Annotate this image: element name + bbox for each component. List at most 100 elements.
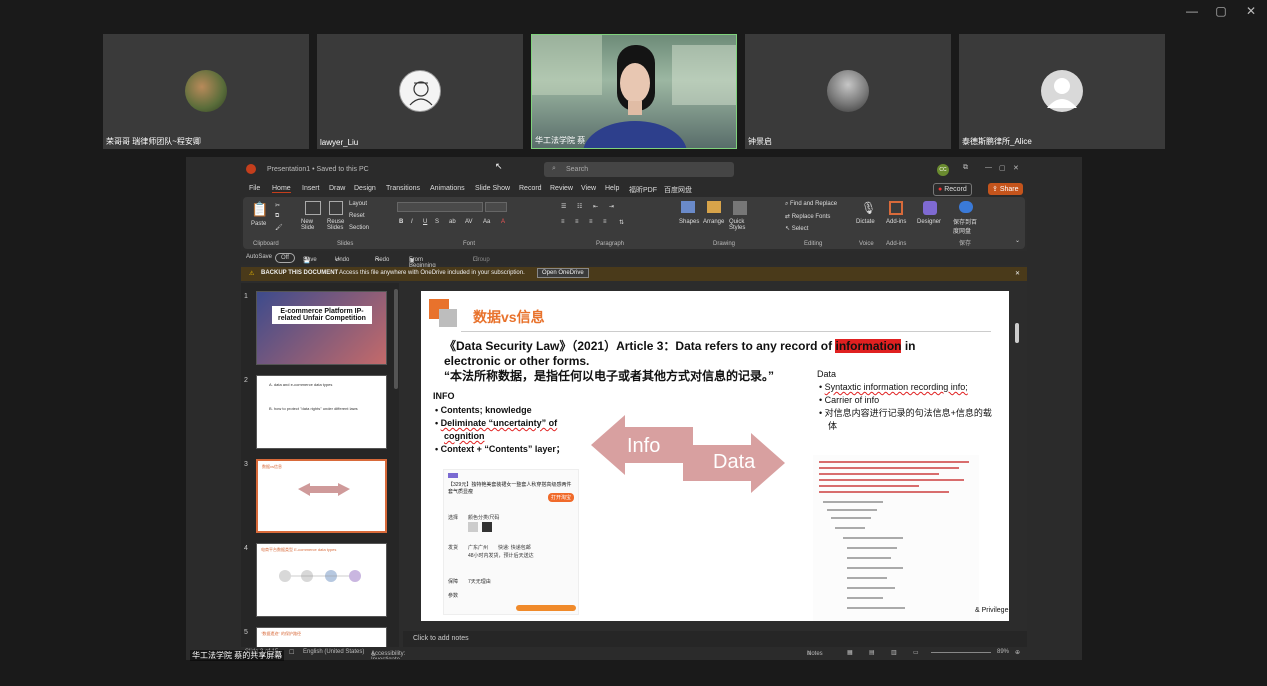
autosave-toggle[interactable]: Off (275, 253, 295, 263)
menu-draw[interactable]: Draw (329, 185, 345, 192)
addins-icon[interactable] (889, 201, 903, 215)
decrease-indent-icon[interactable]: ⇤ (593, 203, 598, 210)
close-notice-icon[interactable]: ✕ (1015, 270, 1020, 277)
language-status[interactable]: English (United States) (303, 649, 364, 655)
zoom-level[interactable]: 89% (997, 649, 1009, 655)
notes-pane[interactable]: Click to add notes (403, 631, 1027, 647)
justify-icon[interactable]: ≡ (603, 219, 607, 225)
cut-icon[interactable]: ✂ (275, 202, 280, 209)
close-icon[interactable]: ✕ (1013, 164, 1019, 172)
normal-view-icon[interactable]: ▦ (847, 649, 853, 656)
user-avatar[interactable]: CC (937, 164, 949, 176)
numbering-icon[interactable]: ☷ (577, 203, 582, 210)
designer-button[interactable]: Designer (917, 219, 941, 225)
font-name-select[interactable] (397, 202, 483, 212)
strikethrough-icon[interactable]: S (435, 219, 439, 225)
search-box[interactable]: ⌕ Search (544, 162, 734, 177)
microphone-icon[interactable]: 🎙 (861, 201, 876, 215)
arrange-button[interactable]: Arrange (703, 219, 724, 225)
baidu-save-button[interactable]: 保存到百度网盘 (953, 217, 979, 235)
thumbnail-slide-2[interactable]: A. data and e-commerce data types B. how… (256, 375, 387, 449)
text-direction-icon[interactable]: ⇅ (619, 219, 624, 226)
collapse-ribbon-icon[interactable]: ⌄ (1015, 237, 1020, 244)
designer-icon[interactable] (923, 201, 937, 215)
replace-fonts-button[interactable]: ⇄ Replace Fonts (785, 213, 830, 220)
bold-icon[interactable]: B (399, 219, 403, 225)
slide-sorter-icon[interactable]: ▤ (869, 649, 875, 656)
quick-styles-icon[interactable] (733, 201, 747, 215)
increase-indent-icon[interactable]: ⇥ (609, 203, 614, 210)
menu-design[interactable]: Design (354, 185, 376, 192)
bullets-icon[interactable]: ☰ (561, 203, 566, 210)
minimize-icon[interactable]: — (985, 164, 992, 171)
menu-view[interactable]: View (581, 185, 596, 192)
maximize-icon[interactable]: ▢ (999, 164, 1006, 172)
baidu-cloud-icon[interactable] (959, 201, 973, 213)
fit-to-window-icon[interactable]: ⊕ (1015, 649, 1020, 656)
italic-icon[interactable]: I (411, 219, 413, 225)
align-left-icon[interactable]: ≡ (561, 219, 565, 225)
new-slide-icon[interactable] (305, 201, 321, 215)
find-replace-button[interactable]: ⌕ Find and Replace (785, 201, 837, 208)
layout-button[interactable]: Layout (349, 201, 367, 207)
menu-help[interactable]: Help (605, 185, 619, 192)
zoom-slider[interactable] (931, 652, 991, 653)
slide-3[interactable]: 数据vs信息 《Data Security Law》（2021）Article … (421, 291, 1009, 621)
menu-transitions[interactable]: Transitions (386, 185, 420, 192)
font-size-icon[interactable]: AV (465, 219, 473, 225)
ribbon-display-icon[interactable]: ⧉ (963, 164, 968, 172)
slideshow-view-icon[interactable]: ▭ (913, 649, 919, 656)
spelling-icon[interactable]: ☐ (289, 649, 294, 656)
quick-styles-button[interactable]: Quick Styles (729, 219, 751, 231)
thumbnail-slide-1[interactable]: E-commerce Platform IP-related Unfair Co… (256, 291, 387, 365)
select-button[interactable]: ↖ Select (785, 225, 808, 232)
paste-button[interactable]: Paste (251, 221, 266, 227)
reset-button[interactable]: Reset (349, 213, 365, 219)
close-icon[interactable]: ✕ (1241, 4, 1261, 18)
font-color-icon[interactable]: A (501, 219, 505, 225)
participant-tile[interactable]: lawyer_Liu (317, 34, 523, 149)
align-center-icon[interactable]: ≡ (575, 219, 579, 225)
minimize-icon[interactable]: — (1182, 4, 1202, 18)
format-painter-icon[interactable]: 🖌 (275, 224, 283, 231)
dictate-button[interactable]: Dictate (856, 219, 875, 225)
maximize-icon[interactable]: ▢ (1211, 4, 1231, 18)
notes-placeholder: Click to add notes (413, 635, 469, 642)
menu-review[interactable]: Review (550, 185, 573, 192)
char-spacing-icon[interactable]: ab (449, 219, 456, 225)
shapes-icon[interactable] (681, 201, 695, 213)
menu-file[interactable]: File (249, 185, 260, 192)
participant-tile-active-speaker[interactable]: 华工法学院 蔡 (531, 34, 737, 149)
reading-view-icon[interactable]: ▥ (891, 649, 897, 656)
menu-record[interactable]: Record (519, 185, 542, 192)
menu-animations[interactable]: Animations (430, 185, 465, 192)
align-right-icon[interactable]: ≡ (589, 219, 593, 225)
slide-scrollbar[interactable] (1015, 323, 1019, 343)
section-button[interactable]: Section (349, 225, 369, 231)
thumbnail-scrollbar[interactable] (394, 289, 398, 389)
reuse-slides-icon[interactable] (329, 201, 343, 215)
participant-tile[interactable]: 泰德斯鹏律所_Alice (959, 34, 1165, 149)
menu-foxit-pdf[interactable]: 福昕PDF (629, 185, 657, 195)
underline-icon[interactable]: U (423, 219, 427, 225)
shapes-button[interactable]: Shapes (679, 219, 699, 225)
font-size-select[interactable] (485, 202, 507, 212)
thumbnail-slide-3-selected[interactable]: 数据vs信息 (256, 459, 387, 533)
participant-tile[interactable]: 钟景启 (745, 34, 951, 149)
arrange-icon[interactable] (707, 201, 721, 213)
addins-button[interactable]: Add-ins (886, 219, 906, 225)
menu-home[interactable]: Home (272, 185, 291, 193)
change-case-icon[interactable]: Aa (483, 219, 490, 225)
record-button[interactable]: ● Record (933, 183, 972, 196)
menu-slide-show[interactable]: Slide Show (475, 185, 510, 192)
paste-icon[interactable]: 📋 (251, 201, 268, 218)
share-button[interactable]: ⇪ Share (988, 183, 1023, 195)
reuse-slides-button[interactable]: Reuse Slides (327, 219, 349, 231)
participant-tile[interactable]: 荣哥哥 瑞律师团队~程安卿 (103, 34, 309, 149)
copy-icon[interactable]: ⧉ (275, 213, 279, 220)
menu-insert[interactable]: Insert (302, 185, 320, 192)
open-onedrive-button[interactable]: Open OneDrive (537, 268, 589, 278)
menu-baidu[interactable]: 百度网盘 (664, 185, 692, 195)
new-slide-button[interactable]: New Slide (301, 219, 325, 231)
thumbnail-slide-4[interactable]: 电商平台数据类型 E-commerce data types (256, 543, 387, 617)
